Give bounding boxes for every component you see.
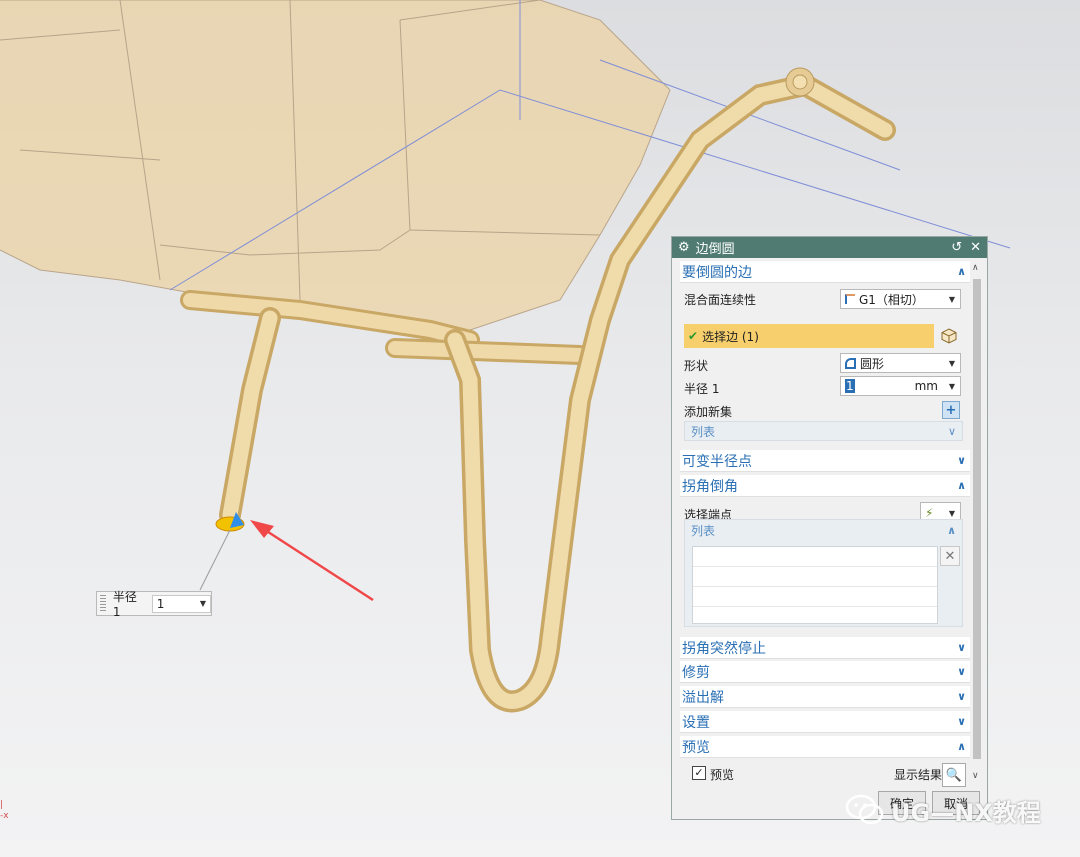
show-result-button[interactable]: 🔍 — [942, 763, 966, 787]
floating-radius-label: 半径 1 — [112, 590, 137, 619]
table-row[interactable] — [693, 587, 937, 607]
scroll-thumb[interactable] — [973, 279, 981, 759]
axis-triad-fragment: | -x — [0, 800, 9, 821]
scroll-down-icon[interactable]: ∨ — [972, 771, 979, 781]
continuity-value: G1（相切） — [859, 292, 924, 307]
chevron-up-icon[interactable]: ∧ — [957, 265, 966, 278]
section-edges-to-blend-title: 要倒圆的边 — [682, 264, 752, 281]
chevron-down-icon[interactable]: ▼ — [949, 295, 955, 304]
leader-line — [199, 529, 231, 591]
delete-icon[interactable]: ✕ — [940, 546, 960, 566]
shape-label: 形状 — [684, 358, 709, 373]
edge-set-list-label: 列表 — [691, 424, 716, 439]
preview-checkbox-label: 预览 — [710, 768, 735, 782]
chevron-down-icon[interactable]: ▼ — [949, 359, 955, 368]
chevron-down-icon[interactable]: ∨ — [957, 715, 966, 728]
floating-radius-input[interactable]: 1 ▼ — [151, 594, 211, 613]
preview-checkbox[interactable]: ✓ — [692, 766, 706, 780]
annotation-arrow — [250, 520, 374, 602]
section-variable-radius-title: 可变半径点 — [682, 453, 752, 470]
scroll-up-icon[interactable]: ∧ — [972, 263, 979, 273]
table-row[interactable] — [693, 567, 937, 587]
point-wand-icon[interactable]: ⚡ — [925, 506, 933, 520]
close-icon[interactable]: ✕ — [970, 240, 981, 255]
drag-grip-icon[interactable] — [100, 595, 106, 612]
continuity-icon — [845, 294, 855, 304]
corner-point-table[interactable] — [692, 546, 938, 624]
section-preview[interactable]: 预览 ∧ — [680, 736, 970, 758]
edge-blend-dialog: ⚙ 边倒圆 ↺ ✕ 要倒圆的边 ∧ 混合面连续性 G1（相切） ▼ ✔ 选择边 … — [671, 236, 988, 820]
section-corner-stop-title: 拐角突然停止 — [682, 640, 766, 657]
shape-value: 圆形 — [860, 356, 885, 371]
continuity-label: 混合面连续性 — [684, 292, 757, 307]
preview-row: ✓ 预览 显示结果 🔍 — [684, 763, 966, 787]
section-variable-radius[interactable]: 可变半径点 ∨ — [680, 450, 970, 472]
chevron-down-icon[interactable]: ∨ — [957, 454, 966, 467]
dialog-content: 要倒圆的边 ∧ 混合面连续性 G1（相切） ▼ ✔ 选择边 (1) 形状 圆形 … — [680, 261, 970, 789]
section-corner-setback-title: 拐角倒角 — [682, 478, 738, 495]
section-preview-title: 预览 — [682, 739, 710, 756]
add-set-icon[interactable]: + — [942, 401, 960, 419]
corner-point-list-header[interactable]: 列表 ∧ — [685, 520, 962, 540]
chevron-down-icon[interactable]: ∨ — [957, 665, 966, 678]
section-corner-setback[interactable]: 拐角倒角 ∧ — [680, 475, 970, 497]
chevron-down-icon[interactable]: ∨ — [957, 690, 966, 703]
dialog-scrollbar[interactable]: ∧ ∨ — [970, 261, 984, 789]
watermark: UG—NX教程 — [845, 790, 1041, 830]
dialog-title: 边倒圆 — [695, 242, 735, 257]
chevron-up-icon[interactable]: ∧ — [957, 479, 966, 492]
section-edges-to-blend[interactable]: 要倒圆的边 ∧ — [680, 261, 970, 283]
chevron-down-icon[interactable]: ▼ — [949, 509, 955, 518]
section-overflow-title: 溢出解 — [682, 689, 724, 706]
section-settings[interactable]: 设置 ∨ — [680, 711, 970, 733]
edge-set-list[interactable]: 列表 ∨ — [684, 421, 963, 441]
section-corner-stop[interactable]: 拐角突然停止 ∨ — [680, 637, 970, 659]
reset-icon[interactable]: ↺ — [951, 240, 962, 255]
chevron-up-icon[interactable]: ∧ — [947, 524, 956, 537]
select-edge-label: 选择边 (1) — [702, 329, 759, 344]
dialog-titlebar[interactable]: ⚙ 边倒圆 ↺ ✕ — [672, 237, 987, 258]
section-trim[interactable]: 修剪 ∨ — [680, 661, 970, 683]
chevron-up-icon[interactable]: ∧ — [957, 740, 966, 753]
radius-unit: mm — [914, 379, 938, 393]
corner-point-list-label: 列表 — [691, 523, 716, 538]
add-new-set-label: 添加新集 — [684, 404, 733, 419]
chevron-down-icon[interactable]: ∨ — [948, 425, 956, 438]
select-edge-row[interactable]: ✔ 选择边 (1) — [684, 324, 934, 348]
edge-cube-icon[interactable] — [938, 325, 960, 347]
radius-input[interactable]: 1 mm ▼ — [840, 376, 961, 396]
shape-dropdown[interactable]: 圆形 ▼ — [840, 353, 961, 373]
check-icon: ✔ — [688, 329, 699, 343]
chevron-down-icon[interactable]: ▼ — [949, 382, 955, 391]
wechat-logo-icon — [845, 794, 884, 825]
chevron-down-icon[interactable]: ∨ — [957, 641, 966, 654]
floating-radius-field[interactable]: 半径 1 1 ▼ — [96, 590, 212, 619]
watermark-text: UG—NX教程 — [891, 798, 1041, 827]
corner-point-list: 列表 ∧ ✕ — [684, 519, 963, 627]
circular-shape-icon — [845, 357, 856, 369]
chevron-down-icon[interactable]: ▼ — [200, 599, 206, 608]
radius-value[interactable]: 1 — [845, 379, 855, 393]
gear-icon[interactable]: ⚙ — [678, 240, 690, 255]
handle-cap-inner — [792, 74, 808, 90]
radius-label: 半径 1 — [684, 381, 720, 396]
tray-body — [0, 0, 671, 331]
show-result-label: 显示结果 — [894, 768, 943, 782]
continuity-dropdown[interactable]: G1（相切） ▼ — [840, 289, 961, 309]
floating-radius-value[interactable]: 1 — [157, 597, 165, 611]
section-trim-title: 修剪 — [682, 664, 710, 681]
add-new-set-row: 添加新集 — [684, 401, 968, 421]
section-overflow[interactable]: 溢出解 ∨ — [680, 686, 970, 708]
magnifier-icon: 🔍 — [945, 767, 963, 783]
section-settings-title: 设置 — [682, 714, 710, 731]
table-row[interactable] — [693, 547, 937, 567]
